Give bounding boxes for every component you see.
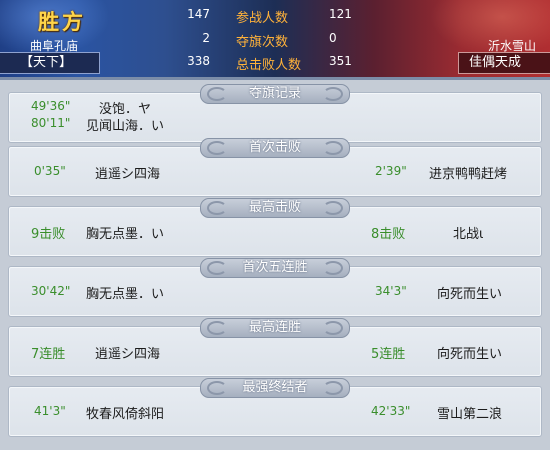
stat-row-total-defeats: 338 总击败人数 351 [150, 54, 390, 74]
section-title-banner: 最强终结者 [200, 378, 350, 398]
left-player: 胸无点墨．い [86, 287, 165, 302]
section-flag-record: 夺旗记录 49'36" 没饱．ヤ 80'11" 见闻山海．い [8, 84, 542, 143]
left-value: 41'3" [34, 404, 66, 418]
section-title: 最高击败 [248, 200, 301, 215]
right-player: 进京鸭鸭赶烤 [429, 167, 508, 182]
left-value: 7连胜 [31, 347, 66, 362]
left-team-name: 【天下】 [0, 52, 100, 74]
stat-left-value: 338 [187, 54, 210, 68]
section-title: 最高连胜 [248, 320, 301, 335]
record-time: 80'11" [31, 116, 71, 130]
section-title: 首次五连胜 [242, 260, 308, 275]
right-value: 34'3" [375, 284, 407, 298]
scroll-curl-icon [207, 261, 227, 275]
stat-left-value: 147 [187, 7, 210, 21]
scroll-curl-icon [207, 321, 227, 335]
scroll-curl-icon [207, 201, 227, 215]
section-highest-streak: 最高连胜 7连胜 逍遥シ四海 5连胜 向死而生い [8, 318, 542, 377]
stat-label: 夺旗次数 [236, 35, 289, 50]
right-value: 2'39" [375, 164, 407, 178]
scroll-curl-icon [323, 261, 343, 275]
stat-right-value: 0 [329, 31, 337, 45]
stat-row-participants: 147 参战人数 121 [150, 7, 390, 27]
scroll-curl-icon [323, 87, 343, 101]
scroll-curl-icon [207, 381, 227, 395]
stat-row-flag-captures: 2 夺旗次数 0 [150, 31, 390, 51]
left-player: 牧春风倚斜阳 [86, 407, 165, 422]
section-title-banner: 首次五连胜 [200, 258, 350, 278]
battle-result-header: 胜方 曲阜孔庙 沂水雪山 【天下】 佳偶天成 147 参战人数 121 2 夺旗… [0, 0, 550, 80]
section-title: 首次击败 [248, 140, 301, 155]
right-value: 42'33" [371, 404, 411, 418]
record-player: 见闻山海．い [86, 119, 165, 134]
left-value: 9击败 [31, 227, 66, 242]
right-player: 向死而生い [437, 287, 503, 302]
section-title: 夺旗记录 [248, 86, 301, 101]
right-player: 北战ι [453, 227, 484, 242]
scroll-curl-icon [323, 141, 343, 155]
section-title-banner: 首次击败 [200, 138, 350, 158]
section-strongest-terminator: 最强终结者 41'3" 牧春风倚斜阳 42'33" 雪山第二浪 [8, 378, 542, 437]
scroll-curl-icon [207, 141, 227, 155]
left-value: 30'42" [31, 284, 71, 298]
right-team-name: 佳偶天成 [458, 52, 550, 74]
right-value: 5连胜 [371, 347, 406, 362]
scroll-curl-icon [323, 381, 343, 395]
section-first-defeat: 首次击败 0'35" 逍遥シ四海 2'39" 进京鸭鸭赶烤 [8, 138, 542, 197]
section-title-banner: 最高连胜 [200, 318, 350, 338]
stat-left-value: 2 [202, 31, 210, 45]
scroll-curl-icon [207, 87, 227, 101]
stat-right-value: 351 [329, 54, 352, 68]
section-title-banner: 夺旗记录 [200, 84, 350, 104]
section-highest-defeats: 最高击败 9击败 胸无点墨．い 8击败 北战ι [8, 198, 542, 257]
section-first-five-streak: 首次五连胜 30'42" 胸无点墨．い 34'3" 向死而生い [8, 258, 542, 317]
section-title-banner: 最高击败 [200, 198, 350, 218]
record-time: 49'36" [31, 99, 71, 113]
winner-title: 胜方 [38, 9, 86, 34]
right-value: 8击败 [371, 227, 406, 242]
stat-right-value: 121 [329, 7, 352, 21]
right-player: 向死而生い [437, 347, 503, 362]
scroll-curl-icon [323, 201, 343, 215]
section-title: 最强终结者 [242, 380, 308, 395]
left-value: 0'35" [34, 164, 66, 178]
left-player: 逍遥シ四海 [95, 347, 161, 362]
right-player: 雪山第二浪 [437, 407, 503, 422]
scroll-curl-icon [323, 321, 343, 335]
stat-label: 参战人数 [236, 11, 289, 26]
left-player: 逍遥シ四海 [95, 167, 161, 182]
stat-label: 总击败人数 [236, 58, 302, 73]
left-player: 胸无点墨．い [86, 227, 165, 242]
